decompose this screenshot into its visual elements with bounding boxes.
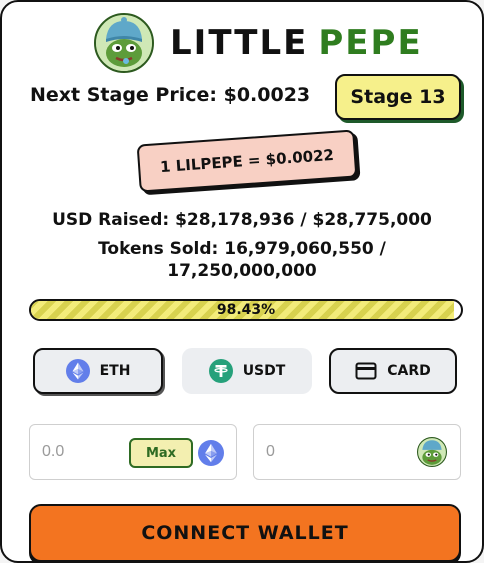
ethereum-icon [65, 359, 90, 383]
presale-progress-bar: 98.43% [29, 299, 463, 321]
tab-usdt[interactable]: USDT [182, 348, 312, 394]
stage-row: Next Stage Price: $0.0023 Stage 13 [30, 74, 462, 120]
tab-usdt-label: USDT [242, 363, 286, 379]
tokens-sold-line2: 17,250,000,000 [167, 261, 317, 281]
receive-amount-box [253, 424, 461, 480]
connect-wallet-button[interactable]: CONNECT WALLET [29, 504, 461, 562]
credit-card-icon [355, 362, 377, 380]
tab-card[interactable]: CARD [329, 348, 457, 394]
usd-raised: USD Raised: $28,178,936 / $28,775,000 [52, 210, 432, 230]
progress-label: 98.43% [216, 302, 276, 318]
tab-eth-label: ETH [99, 363, 131, 379]
tab-card-label: CARD [387, 363, 431, 379]
tether-icon [208, 359, 233, 383]
tab-eth[interactable]: ETH [33, 348, 163, 394]
max-button[interactable]: Max [129, 438, 193, 468]
receive-amount-input[interactable] [266, 439, 356, 465]
pepe-logo-icon [94, 13, 154, 73]
token-rate-text: 1 LILPEPE = $0.0022 [159, 145, 335, 177]
brand-header: LITTLE PEPE [94, 12, 423, 74]
next-stage-price: Next Stage Price: $0.0023 [30, 84, 311, 106]
pay-amount-box: Max [29, 424, 237, 480]
tokens-sold-line1: Tokens Sold: 16,979,060,550 / [98, 239, 386, 259]
pay-amount-input[interactable] [42, 439, 132, 465]
token-rate-badge: 1 LILPEPE = $0.0022 [136, 129, 358, 193]
tokens-sold: Tokens Sold: 16,979,060,550 / 17,250,000… [22, 238, 462, 282]
payment-method-tabs: ETH USDT CARD [33, 348, 457, 396]
brand-title-part2: PEPE [318, 23, 423, 63]
ethereum-icon [198, 440, 224, 470]
presale-widget: LITTLE PEPE Next Stage Price: $0.0023 Sta… [0, 0, 484, 563]
brand-title: LITTLE PEPE [170, 26, 423, 60]
brand-title-part1: LITTLE [170, 23, 309, 63]
stage-badge: Stage 13 [335, 74, 461, 120]
pepe-token-icon [417, 437, 447, 471]
